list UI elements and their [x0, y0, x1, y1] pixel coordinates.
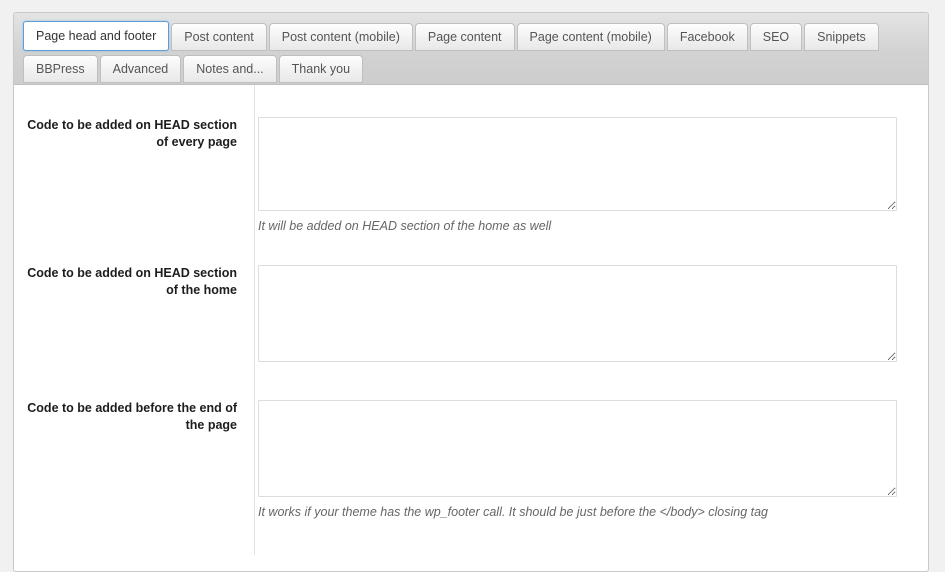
tab-snippets[interactable]: Snippets: [804, 23, 879, 51]
tab-row-secondary: BBPress Advanced Notes and... Thank you: [23, 53, 928, 83]
tab-label: Advanced: [112, 61, 169, 76]
tab-advanced[interactable]: Advanced: [99, 55, 182, 83]
head-every-page-hint: It will be added on HEAD section of the …: [258, 219, 552, 233]
tab-notes-and[interactable]: Notes and...: [183, 55, 277, 83]
field-label-head-every-page: Code to be added on HEAD section of ever…: [27, 118, 237, 149]
before-end-of-page-textarea[interactable]: [258, 400, 897, 498]
field-control-head-every-page: It will be added on HEAD section of the …: [239, 117, 928, 234]
tab-bar: Page head and footer Post content Post c…: [14, 13, 928, 85]
before-end-of-page-hint: It works if your theme has the wp_footer…: [258, 505, 769, 520]
tab-bbpress[interactable]: BBPress: [23, 55, 98, 83]
tab-label: Post content (mobile): [281, 29, 400, 44]
tab-label: Thank you: [291, 61, 351, 76]
field-row-head-home: Code to be added on HEAD section of the …: [14, 265, 928, 363]
tab-thank-you[interactable]: Thank you: [278, 55, 364, 83]
tab-page-content[interactable]: Page content: [414, 23, 515, 51]
head-every-page-textarea[interactable]: [258, 117, 897, 211]
tab-label: BBPress: [36, 61, 85, 76]
tab-row-primary: Page head and footer Post content Post c…: [23, 21, 928, 51]
tab-label: Page head and footer: [36, 28, 157, 43]
tab-label: Page content (mobile): [529, 29, 652, 44]
head-home-textarea[interactable]: [258, 265, 897, 363]
field-label-head-home: Code to be added on HEAD section of the …: [27, 266, 237, 298]
tab-label: SEO: [762, 29, 790, 44]
tab-page-head-and-footer[interactable]: Page head and footer: [23, 21, 170, 51]
tab-post-content-mobile[interactable]: Post content (mobile): [268, 23, 413, 51]
tab-label: Notes and...: [196, 61, 264, 76]
tab-page-content-mobile[interactable]: Page content (mobile): [516, 23, 665, 51]
field-label-before-end-of-page: Code to be added before the end of the p…: [27, 401, 237, 433]
settings-panel: Page head and footer Post content Post c…: [13, 12, 929, 572]
tab-facebook[interactable]: Facebook: [666, 23, 748, 51]
tab-label: Snippets: [817, 29, 866, 44]
tab-post-content[interactable]: Post content: [171, 23, 267, 51]
tab-label: Page content: [427, 29, 502, 44]
field-control-head-home: [239, 265, 928, 363]
tab-label: Facebook: [679, 29, 735, 44]
tab-seo[interactable]: SEO: [749, 23, 803, 51]
field-row-head-every-page: Code to be added on HEAD section of ever…: [14, 117, 928, 234]
tab-label: Post content: [184, 29, 254, 44]
settings-form: Code to be added on HEAD section of ever…: [14, 85, 928, 555]
field-control-before-end-of-page: It works if your theme has the wp_footer…: [239, 400, 928, 520]
field-row-before-end-of-page: Code to be added before the end of the p…: [14, 400, 928, 520]
